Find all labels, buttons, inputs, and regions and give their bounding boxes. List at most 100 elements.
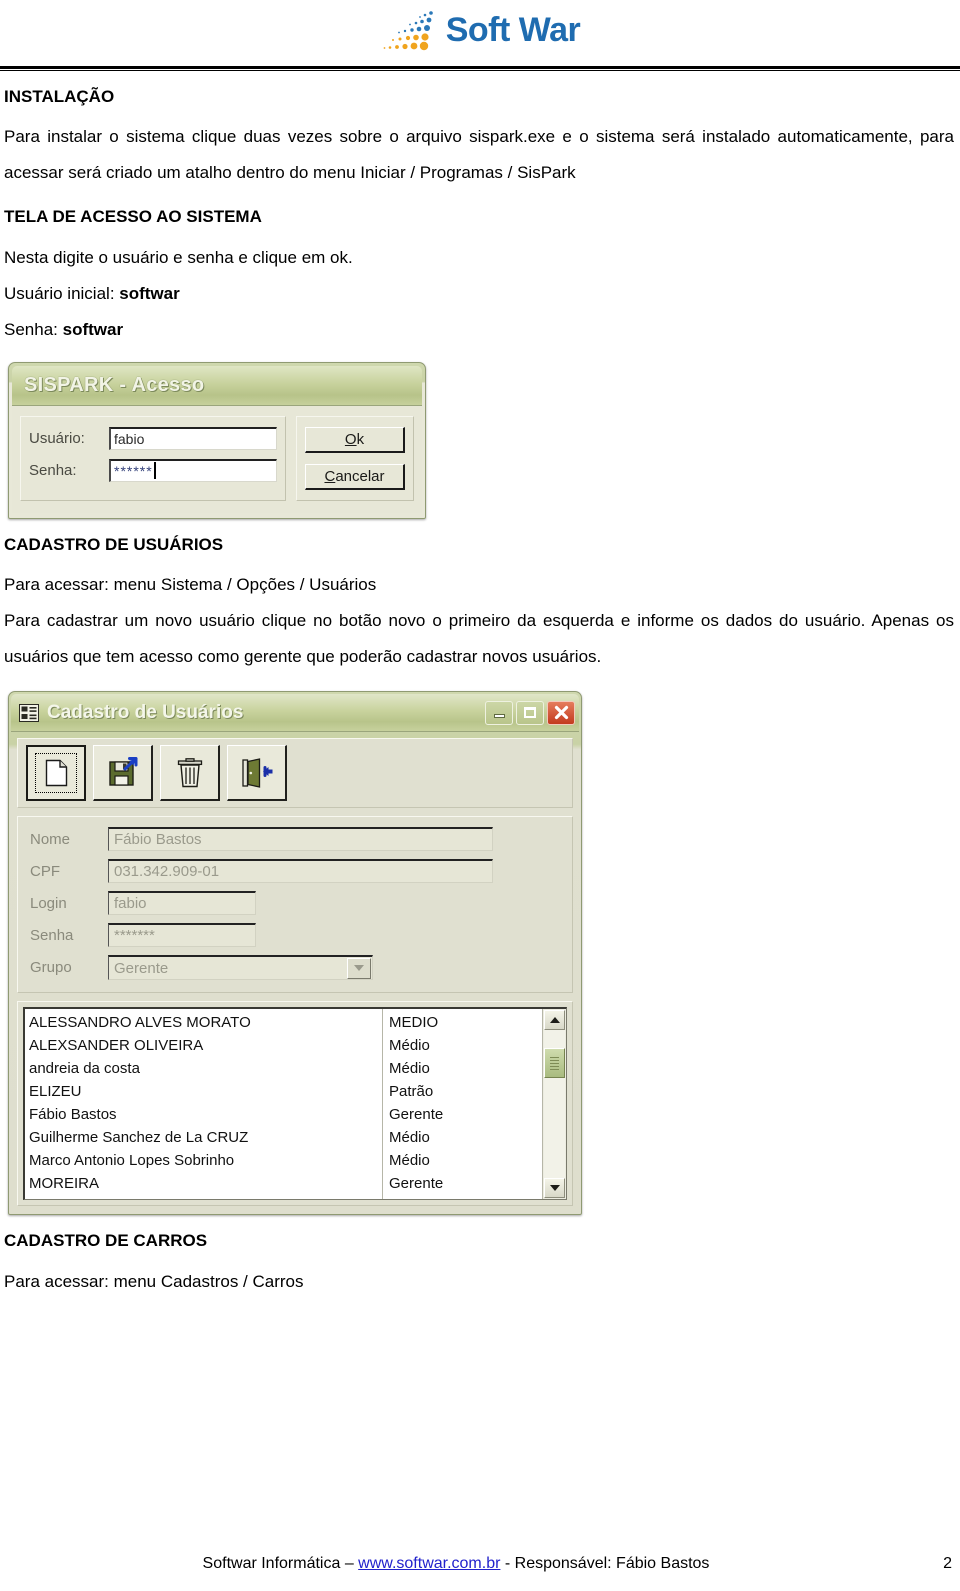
cancelar-rest-chars: ancelar	[335, 467, 385, 485]
brand-logo-text: Soft War	[445, 11, 581, 49]
cadastro-titlebar[interactable]: Cadastro de Usuários	[11, 694, 579, 733]
exit-door-icon	[241, 757, 272, 788]
form-select-grupo[interactable]: Gerente	[108, 955, 373, 981]
sispark-usuario-label: Usuário:	[29, 429, 85, 447]
section-title-instalacao: INSTALAÇÃO	[4, 87, 115, 106]
listview-column-grupo: MEDIO Médio Médio Patrão Gerente Médio M…	[383, 1009, 542, 1199]
list-item-group[interactable]: Gerente	[389, 1172, 542, 1195]
form-row-nome: Nome Fábio Bastos	[30, 827, 560, 852]
document-body: INSTALAÇÃO Para instalar o sistema cliqu…	[0, 87, 960, 1300]
minimize-icon	[493, 714, 505, 719]
page-header: Soft War	[0, 0, 960, 60]
cadastro-usuarios-window: Cadastro de Usuários Nome Fábio Bastos C…	[8, 691, 582, 1216]
senha-inicial-value: softwar	[62, 319, 124, 339]
sispark-ok-button[interactable]: Ok	[305, 426, 405, 453]
toolbar-delete-button[interactable]	[160, 745, 220, 802]
sispark-senha-masked-value: ******	[114, 462, 153, 479]
form-row-grupo: Grupo Gerente	[30, 955, 560, 981]
form-input-cpf[interactable]: 031.342.909-01	[108, 859, 493, 884]
section-title-cadastro-carros: CADASTRO DE CARROS	[4, 1231, 208, 1251]
form-label-senha: Senha	[30, 926, 74, 944]
triangle-up-glyph	[549, 1017, 560, 1024]
toolbar-new-button[interactable]	[26, 745, 86, 802]
list-item[interactable]: ELIZEU	[29, 1080, 382, 1103]
list-item[interactable]: Marco Antonio Lopes Sobrinho	[29, 1149, 382, 1172]
sispark-senha-input[interactable]: ******	[109, 458, 277, 482]
sispark-login-window: SISPARK - Acesso Usuário: fabio Senha: *…	[8, 361, 426, 519]
listview-scrollbar[interactable]	[542, 1009, 566, 1200]
cadastro-toolbar	[17, 738, 573, 809]
scroll-up-arrow-icon[interactable]	[544, 1010, 565, 1031]
toolbar-save-button[interactable]	[93, 745, 153, 802]
cadastro-list-panel: ALESSANDRO ALVES MORATO ALEXSANDER OLIVE…	[17, 1001, 573, 1207]
list-item-group[interactable]: Médio	[389, 1149, 542, 1172]
close-button-icon[interactable]	[547, 700, 575, 725]
floppy-save-icon	[108, 756, 137, 786]
cancelar-accel-char: C	[324, 467, 336, 485]
list-item-group[interactable]: Gerente	[389, 1103, 542, 1126]
list-item[interactable]: ALESSANDRO ALVES MORATO	[29, 1011, 382, 1034]
toolbar-exit-button[interactable]	[227, 745, 287, 802]
form-label-login: Login	[30, 894, 67, 912]
sispark-senha-row: Senha: ******	[29, 458, 277, 482]
paragraph-senha-inicial: Senha: softwar	[4, 312, 954, 348]
trash-can-icon	[177, 757, 202, 787]
footer-website-link[interactable]: www.softwar.com.br	[358, 1555, 500, 1572]
minimize-button-icon[interactable]	[485, 700, 513, 725]
maximize-icon	[524, 707, 536, 719]
scroll-down-arrow-icon[interactable]	[544, 1178, 565, 1199]
scrollbar-track[interactable]	[544, 1030, 565, 1179]
form-input-senha[interactable]: *******	[108, 923, 256, 948]
form-row-login: Login fabio	[30, 891, 560, 916]
sispark-titlebar[interactable]: SISPARK - Acesso	[12, 365, 422, 406]
sispark-senha-label: Senha:	[29, 461, 77, 479]
new-document-icon	[45, 759, 67, 787]
form-grid-icon	[19, 703, 39, 722]
usuario-inicial-value: softwar	[119, 283, 180, 303]
cadastro-body: Nome Fábio Bastos CPF 031.342.909-01 Log…	[11, 732, 579, 1212]
footer-credit: Softwar Informática – www.softwar.com.br…	[0, 1555, 912, 1573]
list-item-group[interactable]: Médio	[389, 1126, 542, 1149]
triangle-down-glyph	[549, 1185, 560, 1192]
sispark-field-group: Usuário: fabio Senha: ******	[20, 415, 286, 501]
footer-company: Softwar Informática –	[202, 1555, 359, 1572]
users-listview[interactable]: ALESSANDRO ALVES MORATO ALEXSANDER OLIVE…	[23, 1007, 567, 1201]
maximize-button-icon[interactable]	[516, 700, 544, 725]
page-footer: Softwar Informática – www.softwar.com.br…	[0, 1555, 960, 1573]
sispark-usuario-input[interactable]: fabio	[109, 426, 277, 450]
thumb-grip-icon	[550, 1056, 559, 1070]
paragraph-tela-acesso-intro: Nesta digite o usuário e senha e clique …	[4, 247, 353, 267]
scrollbar-thumb[interactable]	[544, 1048, 565, 1079]
sispark-usuario-row: Usuário: fabio	[29, 426, 277, 450]
list-item[interactable]: Guilherme Sanchez de La CRUZ	[29, 1126, 382, 1149]
form-input-login[interactable]: fabio	[108, 891, 256, 916]
list-item-group[interactable]: Médio	[389, 1057, 542, 1080]
ok-accel-char: O	[344, 430, 357, 448]
paragraph-acesso-carros: Para acessar: menu Cadastros / Carros	[4, 1271, 304, 1291]
list-item[interactable]: andreia da costa	[29, 1057, 382, 1080]
paragraph-usuario-inicial: Usuário inicial: softwar	[4, 276, 954, 312]
form-input-nome[interactable]: Fábio Bastos	[108, 827, 493, 852]
footer-responsible: - Responsável: Fábio Bastos	[500, 1555, 710, 1572]
paragraph-acesso-usuarios: Para acessar: menu Sistema / Opções / Us…	[4, 575, 377, 595]
text-caret	[153, 462, 156, 480]
list-item-group[interactable]: Médio	[389, 1034, 542, 1057]
triangle-down-glyph	[354, 965, 364, 972]
list-item[interactable]: ALEXSANDER OLIVEIRA	[29, 1034, 382, 1057]
form-label-grupo: Grupo	[30, 959, 72, 977]
header-divider	[0, 66, 960, 71]
list-item[interactable]: Fábio Bastos	[29, 1103, 382, 1126]
sispark-body: Usuário: fabio Senha: ****** Ok Cancelar	[12, 405, 422, 513]
section-title-tela-acesso: TELA DE ACESSO AO SISTEMA	[4, 207, 262, 227]
list-item-group[interactable]: MEDIO	[389, 1011, 542, 1034]
listview-column-nome: ALESSANDRO ALVES MORATO ALEXSANDER OLIVE…	[25, 1009, 383, 1200]
senha-inicial-label: Senha:	[4, 319, 63, 339]
sispark-cancelar-button[interactable]: Cancelar	[305, 463, 405, 490]
form-row-cpf: CPF 031.342.909-01	[30, 859, 560, 884]
focus-ring	[35, 753, 77, 794]
window-controls	[485, 700, 575, 725]
list-item[interactable]: MOREIRA	[29, 1172, 382, 1195]
usuario-inicial-label: Usuário inicial:	[4, 283, 120, 303]
list-item-group[interactable]: Patrão	[389, 1080, 542, 1103]
chevron-down-icon[interactable]	[347, 957, 371, 979]
